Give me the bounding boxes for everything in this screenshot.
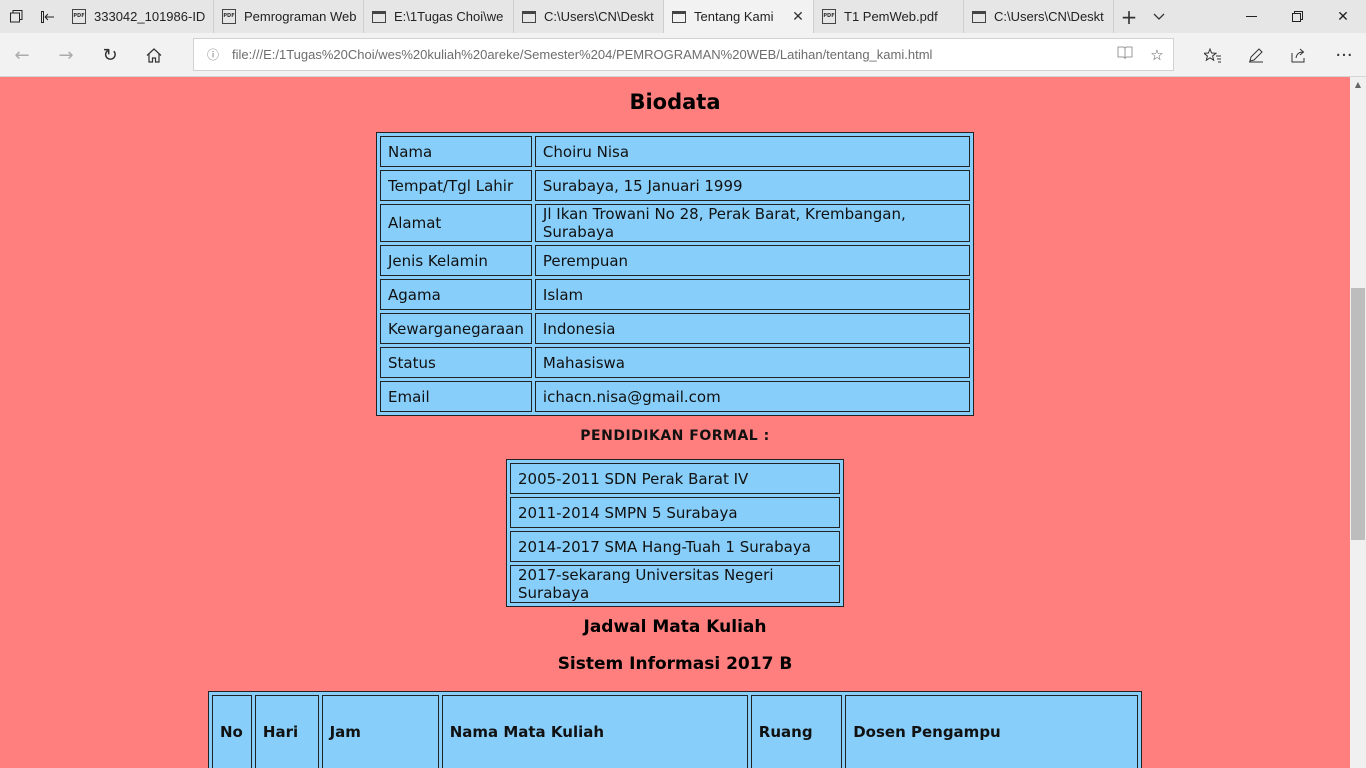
page-icon (972, 10, 986, 23)
table-row: Jenis Kelamin Perempuan (380, 245, 970, 276)
table-row: 2014-2017 SMA Hang-Tuah 1 Surabaya (510, 531, 840, 562)
close-window-icon[interactable]: ✕ (1320, 0, 1366, 33)
tab-2[interactable]: E:\1Tugas Choi\we (364, 0, 514, 33)
tab-label: Pemrograman Web (244, 9, 357, 24)
vertical-scrollbar[interactable]: ▲ (1350, 77, 1366, 768)
tab-label: 333042_101986-ID (94, 9, 206, 24)
tab-active[interactable]: Tentang Kami ✕ (664, 0, 814, 33)
biodata-value: Mahasiswa (534, 347, 970, 378)
tab-6[interactable]: C:\Users\CN\Deskt (964, 0, 1114, 33)
section-heading-kelas: Sistem Informasi 2017 B (557, 654, 793, 674)
tab-label: C:\Users\CN\Deskt (994, 9, 1104, 24)
chevron-down-icon[interactable] (1144, 0, 1174, 33)
pen-notes-icon[interactable] (1234, 33, 1278, 77)
biodata-label: Status (380, 347, 532, 378)
favorites-list-icon[interactable] (1191, 33, 1235, 77)
column-header-dosen: Dosen Pengampu (845, 695, 1138, 768)
table-row: 2005-2011 SDN Perak Barat IV (510, 463, 840, 494)
pendidikan-item: 2011-2014 SMPN 5 Surabaya (510, 497, 840, 528)
back-arrow-icon[interactable]: ← (0, 33, 44, 77)
close-tab-icon[interactable]: ✕ (787, 8, 809, 25)
tab-label: Tentang Kami (694, 9, 774, 24)
new-tab-icon[interactable]: + (1114, 0, 1144, 33)
biodata-value: Islam (534, 279, 970, 310)
table-row: 2017-sekarang Universitas Negeri Surabay… (510, 565, 840, 603)
favorite-star-icon[interactable]: ☆ (1141, 46, 1173, 64)
table-row: Alamat Jl Ikan Trowani No 28, Perak Bara… (380, 204, 970, 242)
biodata-label: Nama (380, 136, 532, 167)
tab-actions-icon[interactable] (0, 0, 32, 33)
biodata-value: Choiru Nisa (534, 136, 970, 167)
tab-bar: PDF 333042_101986-ID PDF Pemrograman Web… (0, 0, 1366, 33)
set-tabs-aside-icon[interactable] (32, 0, 64, 33)
tab-label: T1 PemWeb.pdf (844, 9, 938, 24)
page-icon (522, 10, 536, 23)
biodata-label: Jenis Kelamin (380, 245, 532, 276)
minimize-icon[interactable] (1228, 0, 1274, 33)
biodata-label: Email (380, 381, 532, 412)
pendidikan-table: 2005-2011 SDN Perak Barat IV 2011-2014 S… (506, 459, 844, 607)
pdf-icon: PDF (222, 9, 236, 24)
tab-label: E:\1Tugas Choi\we (394, 9, 504, 24)
tab-3[interactable]: C:\Users\CN\Deskt (514, 0, 664, 33)
pendidikan-item: 2005-2011 SDN Perak Barat IV (510, 463, 840, 494)
biodata-value: Surabaya, 15 Januari 1999 (534, 170, 970, 201)
tab-5[interactable]: PDF T1 PemWeb.pdf (814, 0, 964, 33)
table-row: Agama Islam (380, 279, 970, 310)
navigation-bar: ← → ↻ ⓘ file:///E:/1Tugas%20Choi/wes%20k… (0, 33, 1366, 77)
biodata-label: Kewarganegaraan (380, 313, 532, 344)
biodata-value: ichacn.nisa@gmail.com (534, 381, 970, 412)
pdf-icon: PDF (72, 9, 86, 24)
section-heading-jadwal: Jadwal Mata Kuliah (583, 617, 767, 637)
biodata-value: Perempuan (534, 245, 970, 276)
url-text[interactable]: file:///E:/1Tugas%20Choi/wes%20kuliah%20… (232, 47, 1109, 62)
share-icon[interactable] (1277, 33, 1321, 77)
table-header-row: No Hari Jam Nama Mata Kuliah Ruang Dosen… (212, 695, 1138, 768)
restore-icon[interactable] (1274, 0, 1320, 33)
column-header-jam: Jam (321, 695, 439, 768)
page-title: Biodata (629, 90, 721, 114)
scroll-up-icon[interactable]: ▲ (1350, 77, 1366, 93)
table-row: Email ichacn.nisa@gmail.com (380, 381, 970, 412)
column-header-ruang: Ruang (750, 695, 843, 768)
table-row: Tempat/Tgl Lahir Surabaya, 15 Januari 19… (380, 170, 970, 201)
table-row: Kewarganegaraan Indonesia (380, 313, 970, 344)
biodata-label: Alamat (380, 204, 532, 242)
pendidikan-item: 2017-sekarang Universitas Negeri Surabay… (510, 565, 840, 603)
biodata-label: Agama (380, 279, 532, 310)
address-bar[interactable]: ⓘ file:///E:/1Tugas%20Choi/wes%20kuliah%… (193, 38, 1174, 71)
page-icon (372, 10, 386, 23)
scrollbar-thumb[interactable] (1351, 288, 1365, 540)
pendidikan-item: 2014-2017 SMA Hang-Tuah 1 Surabaya (510, 531, 840, 562)
biodata-table: Nama Choiru Nisa Tempat/Tgl Lahir Suraba… (376, 132, 974, 416)
jadwal-table: No Hari Jam Nama Mata Kuliah Ruang Dosen… (208, 691, 1142, 768)
table-row: Nama Choiru Nisa (380, 136, 970, 167)
biodata-value: Jl Ikan Trowani No 28, Perak Barat, Krem… (534, 204, 970, 242)
info-icon[interactable]: ⓘ (194, 46, 232, 63)
tab-label: C:\Users\CN\Deskt (544, 9, 654, 24)
section-heading-pendidikan: PENDIDIKAN FORMAL : (580, 428, 770, 444)
home-icon[interactable] (132, 33, 176, 77)
pdf-icon: PDF (822, 9, 836, 24)
column-header-no: No (212, 695, 252, 768)
window-controls: ✕ (1228, 0, 1366, 33)
biodata-label: Tempat/Tgl Lahir (380, 170, 532, 201)
column-header-hari: Hari (254, 695, 319, 768)
refresh-icon[interactable]: ↻ (88, 33, 132, 77)
tab-0[interactable]: PDF 333042_101986-ID (64, 0, 214, 33)
biodata-value: Indonesia (534, 313, 970, 344)
table-row: Status Mahasiswa (380, 347, 970, 378)
forward-arrow-icon[interactable]: → (44, 33, 88, 77)
column-header-mata-kuliah: Nama Mata Kuliah (441, 695, 748, 768)
page-viewport: Biodata Nama Choiru Nisa Tempat/Tgl Lahi… (0, 77, 1350, 768)
more-menu-icon[interactable]: ··· (1322, 33, 1366, 77)
table-row: 2011-2014 SMPN 5 Surabaya (510, 497, 840, 528)
reading-view-icon[interactable] (1109, 46, 1141, 64)
tab-1[interactable]: PDF Pemrograman Web (214, 0, 364, 33)
page-icon (672, 10, 686, 23)
